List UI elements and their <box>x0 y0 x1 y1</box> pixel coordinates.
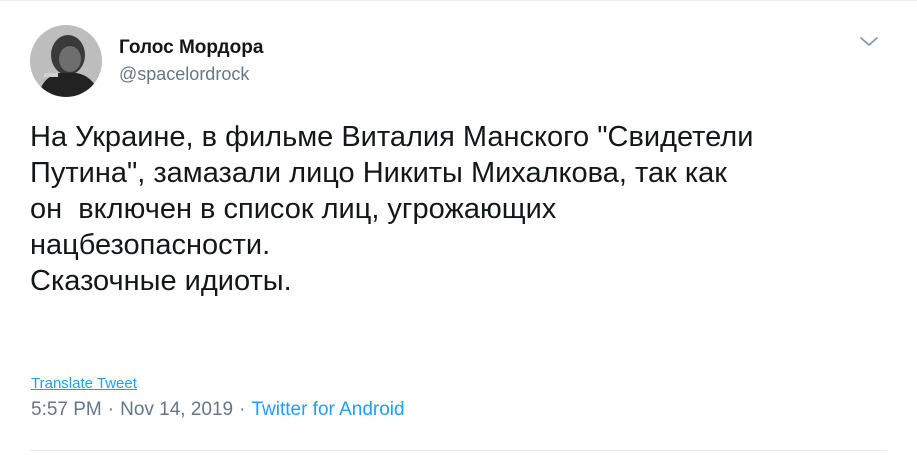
tweet-source-link[interactable]: Twitter for Android <box>251 399 404 420</box>
avatar-photo-icon <box>30 25 102 97</box>
avatar[interactable] <box>30 25 102 97</box>
tweet-date[interactable]: Nov 14, 2019 <box>120 399 233 420</box>
tweet-time[interactable]: 5:57 PM <box>31 399 102 420</box>
tweet-header: Голос Мордора @spacelordrock <box>30 25 263 97</box>
meta-separator: · <box>107 399 115 420</box>
author-display-name[interactable]: Голос Мордора <box>119 36 263 60</box>
meta-separator: · <box>239 399 246 420</box>
author-names: Голос Мордора @spacelordrock <box>119 36 263 86</box>
translate-tweet-link[interactable]: Translate Tweet <box>31 375 137 393</box>
author-handle[interactable]: @spacelordrock <box>119 62 263 86</box>
tweet-metadata: 5:57 PM · Nov 14, 2019 · Twitter for Android <box>31 398 405 422</box>
tweet-card: Голос Мордора @spacelordrock На Украине,… <box>0 0 917 455</box>
tweet-text: На Украине, в фильме Виталия Манского "С… <box>30 121 754 297</box>
divider <box>30 450 887 451</box>
tweet-menu-button[interactable] <box>858 35 880 49</box>
chevron-down-icon <box>860 37 878 46</box>
